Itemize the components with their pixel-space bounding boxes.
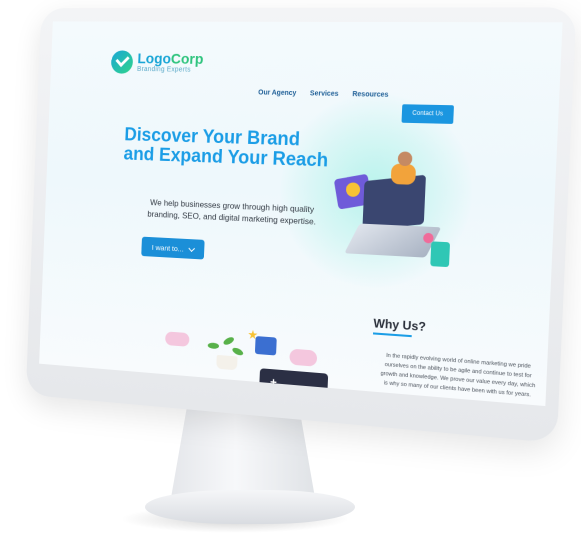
hero-title: Discover Your Brand and Expand Your Reac… xyxy=(123,124,329,172)
why-us-underline xyxy=(372,332,412,338)
logo-text: LogoCorp Branding Experts xyxy=(137,50,204,74)
i-want-to-label: I want to... xyxy=(151,242,184,253)
leaf-illustration xyxy=(207,342,220,350)
leaf-illustration xyxy=(222,335,236,347)
main-nav: Our Agency Services Resources xyxy=(258,89,389,98)
monitor-stand-base xyxy=(145,490,355,524)
logo[interactable]: LogoCorp Branding Experts xyxy=(110,50,204,74)
monitor-bezel: LogoCorp Branding Experts Our Agency Ser… xyxy=(25,7,577,444)
logo-name-part2: Corp xyxy=(170,50,204,68)
nav-our-agency[interactable]: Our Agency xyxy=(258,89,296,97)
logo-name: LogoCorp xyxy=(137,50,204,68)
logo-check-icon xyxy=(110,50,134,74)
i-want-to-dropdown[interactable]: I want to... xyxy=(141,236,205,260)
plus-cursor-icon: + xyxy=(269,375,278,390)
contact-us-button[interactable]: Contact Us xyxy=(401,104,454,124)
why-us-title: Why Us? xyxy=(373,316,427,335)
chevron-down-icon xyxy=(188,244,195,252)
monitor-screen: LogoCorp Branding Experts Our Agency Ser… xyxy=(39,21,563,407)
image-card-illustration xyxy=(254,336,277,356)
nav-services[interactable]: Services xyxy=(310,90,339,98)
hero-illustration xyxy=(321,143,469,282)
cloud-illustration xyxy=(165,331,190,347)
nav-resources[interactable]: Resources xyxy=(352,91,388,99)
plant-pot-illustration xyxy=(216,354,238,371)
logo-name-part1: Logo xyxy=(137,50,172,68)
cloud-illustration xyxy=(289,348,318,367)
card-illustration xyxy=(430,241,451,268)
editor-panel-illustration xyxy=(258,368,329,404)
why-us-text: In the rapidly evolving world of online … xyxy=(380,352,536,399)
person-body-illustration xyxy=(390,163,417,185)
